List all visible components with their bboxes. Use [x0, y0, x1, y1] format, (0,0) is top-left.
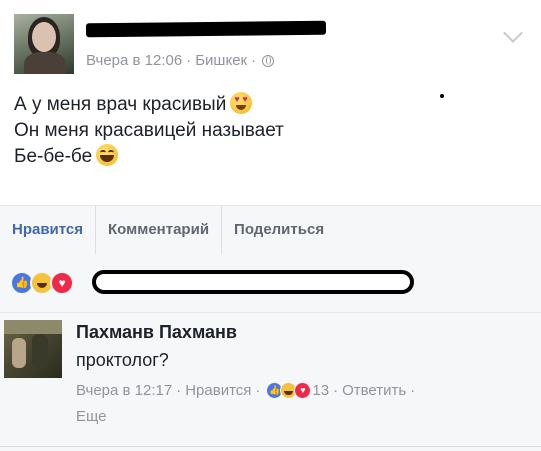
- love-icon: ♥: [50, 271, 74, 295]
- comment-more-link[interactable]: Еще: [76, 408, 107, 425]
- action-bar: Нравится Комментарий Поделиться: [0, 205, 541, 255]
- globe-icon: [262, 54, 275, 67]
- commenter-name[interactable]: Пахманв Пахманв: [76, 322, 237, 343]
- meta-separator: ·: [251, 52, 257, 69]
- love-icon: ♥: [294, 382, 312, 399]
- author-name-redaction: [85, 20, 327, 38]
- post-line: А у меня врач красивый: [14, 92, 284, 118]
- chevron-down-icon[interactable]: [503, 23, 523, 43]
- comment-text: проктолог?: [76, 350, 169, 370]
- avatar-person: [32, 334, 48, 368]
- comment-like-link[interactable]: Нравится: [185, 382, 251, 399]
- heart-eyes-emoji-icon: [230, 92, 253, 114]
- avatar-body: [24, 52, 66, 74]
- post-card: Вчера в 12:06 · Бишкек · А у меня врач к…: [0, 0, 541, 451]
- post-text: А у меня врач красивый Он меня красавице…: [14, 92, 284, 170]
- meta-separator: ·: [255, 382, 261, 399]
- meta-separator: ·: [333, 382, 339, 399]
- comment-reaction-icons[interactable]: 👍 ♥: [266, 382, 312, 399]
- post-timestamp[interactable]: Вчера в 12:06: [86, 52, 182, 69]
- reactors-names-redaction: [92, 270, 414, 294]
- comment-reply-link[interactable]: Ответить: [342, 382, 406, 399]
- share-button[interactable]: Поделиться: [222, 206, 336, 254]
- avatar-background: [4, 320, 62, 334]
- post-line: Он меня красавицей называет: [14, 120, 284, 141]
- post-meta: Вчера в 12:06 · Бишкек ·: [86, 52, 275, 69]
- laughing-emoji-icon: [96, 144, 119, 166]
- meta-separator: ·: [186, 52, 192, 69]
- comment-reaction-count[interactable]: 13: [312, 382, 329, 399]
- comment-timestamp[interactable]: Вчера в 12:17: [76, 382, 172, 399]
- avatar-person: [12, 338, 26, 368]
- commenter-avatar[interactable]: [4, 320, 62, 378]
- meta-separator: ·: [410, 382, 416, 399]
- post-location[interactable]: Бишкек: [195, 52, 247, 69]
- like-button[interactable]: Нравится: [0, 206, 97, 254]
- divider: [0, 446, 541, 447]
- comment-meta: Вчера в 12:17 · Нравится · 👍 ♥ 13 · Отве…: [76, 382, 419, 399]
- post-line: Бе-бе-бе: [14, 144, 284, 170]
- stray-dot: [440, 94, 444, 98]
- meta-separator: ·: [176, 382, 182, 399]
- comment-button[interactable]: Комментарий: [96, 206, 223, 254]
- avatar-face: [32, 22, 56, 52]
- reaction-icons[interactable]: 👍 ♥: [10, 271, 74, 295]
- author-avatar[interactable]: [14, 14, 74, 74]
